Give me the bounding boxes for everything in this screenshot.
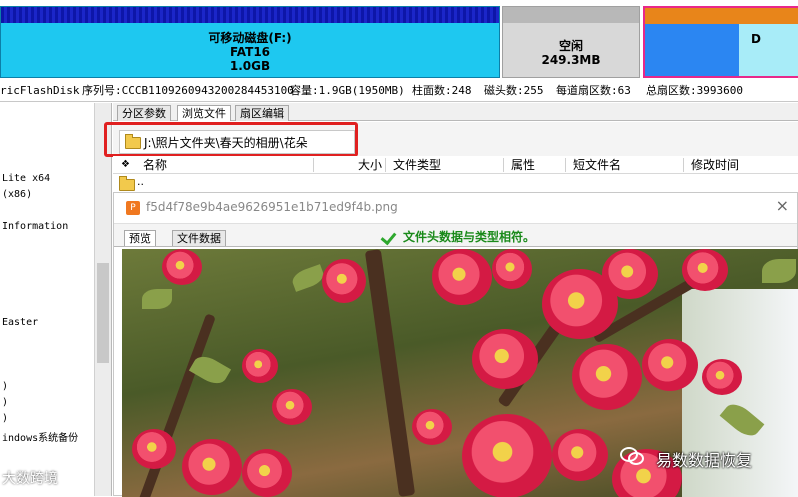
tab-browse-files[interactable]: 浏览文件 — [177, 105, 231, 121]
disk-serial: 序列号:CCCB1109260943200284453100 — [82, 84, 294, 97]
partition-size: 1.0GB — [229, 59, 271, 73]
scrollbar-thumb[interactable] — [97, 263, 109, 363]
file-check-status: 文件头数据与类型相符。 — [382, 228, 535, 245]
partition-name: 空闲 — [558, 39, 583, 53]
disk-sectors-per-track: 每道扇区数:63 — [556, 84, 631, 97]
parent-dir-label: .. — [137, 175, 144, 188]
tree-scrollbar[interactable] — [94, 103, 111, 496]
tab-sector-edit[interactable]: 扇区编辑 — [235, 105, 289, 121]
disk-map: 可移动磁盘(F:) FAT16 1.0GB 空闲 249.3MB D — [0, 0, 798, 80]
file-list-header: ❖ 名称 大小 文件类型 属性 短文件名 修改时间 — [113, 156, 798, 174]
tree-node[interactable]: ) — [2, 413, 8, 424]
preview-title-bar: P f5d4f78e9b4ae9626951e1b71ed9f4b.png × — [114, 193, 797, 224]
tab-partition-params[interactable]: 分区参数 — [117, 105, 171, 121]
partition-size: 249.3MB — [541, 53, 601, 67]
partition-name: 可移动磁盘(F:) — [208, 31, 292, 45]
close-icon[interactable]: × — [776, 196, 789, 215]
partition-name: D — [751, 32, 761, 46]
disk-total-sectors: 总扇区数:3993600 — [646, 84, 743, 97]
disk-info-line: ricFlashDisk 序列号:CCCB1109260943200284453… — [0, 80, 798, 102]
tree-node[interactable]: ) — [2, 381, 8, 392]
partition-fs: FAT16 — [229, 45, 271, 59]
disk-tree-panel[interactable]: Lite x64 (x86) Information Easter ) ) ) … — [0, 103, 112, 496]
tree-node[interactable]: Easter — [2, 317, 38, 328]
tree-node[interactable]: (x86) — [2, 189, 32, 200]
partition-d[interactable]: D — [643, 6, 798, 78]
column-short-name[interactable]: 短文件名 — [573, 156, 621, 174]
disk-model: ricFlashDisk — [0, 84, 80, 97]
main-tabs: 分区参数 浏览文件 扇区编辑 — [113, 103, 798, 121]
list-item-parent[interactable]: .. — [113, 174, 798, 192]
disk-capacity: 容量:1.9GB(1950MB) — [290, 84, 405, 97]
image-file-icon: P — [126, 201, 140, 215]
tab-file-data[interactable]: 文件数据 — [172, 230, 226, 246]
tree-node[interactable]: Information — [2, 221, 68, 232]
column-modified[interactable]: 修改时间 — [691, 156, 739, 174]
sort-icon[interactable]: ❖ — [121, 156, 130, 174]
checkmark-icon — [382, 230, 400, 242]
corner-watermark: 大数跨境 — [2, 471, 58, 487]
preview-tabs: 预览 文件数据 文件头数据与类型相符。 — [114, 224, 797, 247]
preview-filename: f5d4f78e9b4ae9626951e1b71ed9f4b.png — [146, 200, 398, 214]
wechat-icon — [620, 447, 644, 465]
disk-cylinders: 柱面数:248 — [412, 84, 472, 97]
column-type[interactable]: 文件类型 — [393, 156, 441, 174]
tree-node[interactable]: Lite x64 — [2, 173, 50, 184]
disk-heads: 磁头数:255 — [484, 84, 544, 97]
tree-node[interactable]: indows系统备份 — [2, 429, 78, 444]
column-size[interactable]: 大小 — [358, 156, 382, 174]
highlight-box — [104, 122, 358, 157]
partition-free[interactable]: 空闲 249.3MB — [502, 6, 640, 78]
column-name[interactable]: 名称 — [143, 156, 167, 174]
column-attr[interactable]: 属性 — [511, 156, 535, 174]
tab-preview[interactable]: 预览 — [124, 230, 156, 246]
tree-node[interactable]: ) — [2, 397, 8, 408]
partition-removable[interactable]: 可移动磁盘(F:) FAT16 1.0GB — [0, 6, 500, 78]
folder-icon — [119, 176, 135, 191]
